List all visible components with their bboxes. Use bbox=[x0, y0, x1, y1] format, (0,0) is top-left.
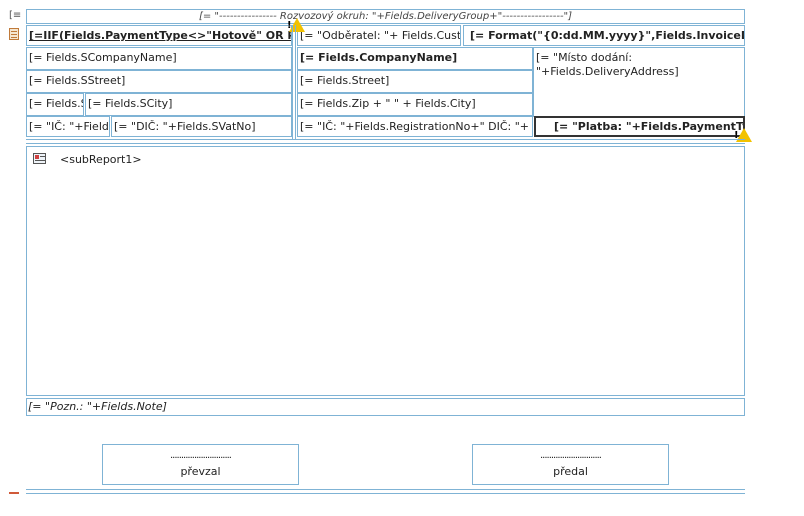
street-field[interactable]: [= Fields.Street] bbox=[297, 70, 533, 93]
s-zip-field[interactable]: [= Fields.S bbox=[26, 93, 84, 116]
payment-type-field[interactable]: [= "Platba: "+Fields.PaymentType] bbox=[534, 116, 745, 137]
invoice-date-field[interactable]: [= Format("{0:dd.MM.yyyy}",Fields.Invoic… bbox=[463, 25, 745, 46]
s-dic-field[interactable]: [= "DIČ: "+Fields.SVatNo] bbox=[111, 116, 292, 137]
zip-city-field[interactable]: [= Fields.Zip + " " + Fields.City] bbox=[297, 93, 533, 116]
ic-dic-field[interactable]: [= "IČ: "+Fields.RegistrationNo+" DIČ: "… bbox=[297, 116, 533, 137]
received-by-label: převzal bbox=[180, 465, 221, 478]
handed-over-label: předal bbox=[553, 465, 588, 478]
s-street-field[interactable]: [= Fields.SStreet] bbox=[26, 70, 292, 93]
payment-iif-field[interactable]: [=IIF(Fields.PaymentType<>"Hotově" OR Pa… bbox=[26, 25, 292, 46]
handed-over-box[interactable]: ............................ předal bbox=[472, 444, 669, 485]
s-company-name-field[interactable]: [= Fields.SCompanyName] bbox=[26, 47, 292, 70]
footer-bottom-line bbox=[26, 493, 745, 494]
company-name-field[interactable]: [= Fields.CompanyName] bbox=[297, 47, 533, 70]
header-bottom-line bbox=[26, 139, 745, 140]
column-divider bbox=[295, 25, 296, 139]
detail-band[interactable]: <subReport1> bbox=[26, 146, 745, 396]
group-header-marker[interactable]: [≡ bbox=[9, 11, 21, 21]
subreport-icon bbox=[33, 153, 46, 164]
group-header-label[interactable]: [= "---------------- Rozvozový okruh: "+… bbox=[27, 10, 744, 23]
footer-bottom-line bbox=[26, 489, 745, 490]
section-end-marker bbox=[9, 492, 19, 494]
group-header-band[interactable]: [= "---------------- Rozvozový okruh: "+… bbox=[26, 9, 745, 24]
customer-label-field[interactable]: [= "Odběratel: "+ Fields.Custo bbox=[297, 25, 461, 46]
note-field[interactable]: [= "Pozn.: "+Fields.Note] bbox=[27, 399, 744, 414]
note-band[interactable]: [= "Pozn.: "+Fields.Note] bbox=[26, 398, 745, 416]
detail-section-icon[interactable] bbox=[9, 28, 19, 40]
received-by-dots: ............................ bbox=[169, 450, 232, 461]
subreport-label[interactable]: <subReport1> bbox=[60, 153, 142, 166]
s-city-field[interactable]: [= Fields.SCity] bbox=[85, 93, 292, 116]
delivery-place-field[interactable]: [= "Místo dodání: "+Fields.DeliveryAddre… bbox=[533, 47, 745, 117]
handed-over-dots: ............................ bbox=[539, 450, 602, 461]
column-divider bbox=[292, 25, 293, 139]
header-bottom-line bbox=[26, 143, 745, 144]
delivery-place-text: [= "Místo dodání: "+Fields.DeliveryAddre… bbox=[536, 51, 679, 78]
s-ic-field[interactable]: [= "IČ: "+Fields. bbox=[26, 116, 110, 137]
received-by-box[interactable]: ............................ převzal bbox=[102, 444, 299, 485]
